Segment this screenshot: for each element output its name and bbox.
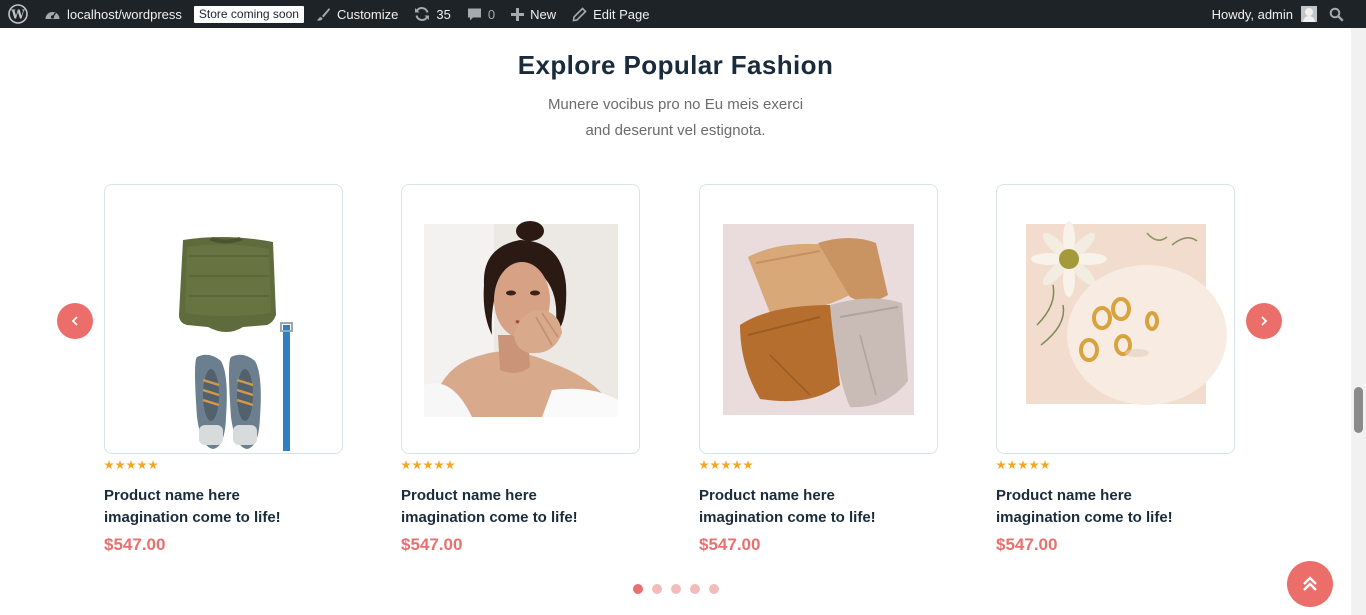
comment-icon bbox=[467, 8, 481, 20]
star-icon bbox=[148, 460, 158, 470]
star-icon bbox=[1007, 460, 1017, 470]
carousel-prev-button[interactable] bbox=[57, 303, 93, 339]
admin-search-button[interactable] bbox=[1323, 0, 1366, 28]
product-image bbox=[723, 224, 914, 415]
star-icon bbox=[732, 460, 742, 470]
star-icon bbox=[137, 460, 147, 470]
star-icon bbox=[721, 460, 731, 470]
avatar bbox=[1301, 6, 1317, 22]
star-icon bbox=[115, 460, 125, 470]
carousel-dot-3[interactable] bbox=[671, 584, 681, 594]
product-name-line-2: imagination come to life! bbox=[401, 509, 578, 526]
product-image bbox=[1026, 221, 1227, 405]
product-rating bbox=[401, 460, 640, 470]
svg-text:W: W bbox=[10, 8, 25, 22]
edit-page-link[interactable]: Edit Page bbox=[564, 0, 657, 28]
carousel-pagination bbox=[633, 584, 719, 594]
product-image-link[interactable] bbox=[699, 184, 938, 454]
product-rating bbox=[996, 460, 1235, 470]
site-name-link[interactable]: localhost/wordpress bbox=[36, 0, 190, 28]
product-rating bbox=[104, 460, 343, 470]
comments-link[interactable]: 0 bbox=[459, 0, 503, 28]
pencil-icon bbox=[572, 6, 587, 21]
product-name-line-2: imagination come to life! bbox=[996, 509, 1173, 526]
plus-icon bbox=[511, 7, 525, 21]
product-price: $547.00 bbox=[699, 535, 761, 554]
section-subtitle-line-1: Munere vocibus pro no Eu meis exerci bbox=[547, 96, 804, 113]
edit-page-label: Edit Page bbox=[593, 6, 650, 22]
section-subtitle: Munere vocibus pro no Eu meis exerci and… bbox=[0, 92, 1351, 144]
product-image-link[interactable] bbox=[996, 184, 1235, 454]
star-icon bbox=[445, 460, 455, 470]
page-scrollbar[interactable] bbox=[1351, 28, 1366, 615]
carousel-next-button[interactable] bbox=[1246, 303, 1282, 339]
star-icon bbox=[710, 460, 720, 470]
new-label: New bbox=[530, 6, 557, 22]
product-price: $547.00 bbox=[104, 535, 166, 554]
product-rating bbox=[699, 460, 938, 470]
star-icon bbox=[412, 460, 422, 470]
howdy-label: Howdy, admin bbox=[1211, 6, 1293, 22]
star-icon bbox=[1018, 460, 1028, 470]
carousel-dot-1[interactable] bbox=[633, 584, 643, 594]
section-subtitle-line-2: and deserunt vel estignota. bbox=[585, 122, 766, 139]
product-name-link[interactable]: Product name here imagination come to li… bbox=[104, 485, 343, 529]
chevron-left-icon bbox=[71, 316, 78, 326]
customize-label: Customize bbox=[336, 6, 399, 22]
product-card[interactable]: Product name here imagination come to li… bbox=[104, 184, 343, 555]
carousel-dot-2[interactable] bbox=[652, 584, 662, 594]
account-menu[interactable]: Howdy, admin bbox=[1204, 0, 1323, 28]
comments-count: 0 bbox=[487, 6, 496, 22]
star-icon bbox=[104, 460, 114, 470]
product-name-line-2: imagination come to life! bbox=[699, 509, 876, 526]
carousel-dot-4[interactable] bbox=[690, 584, 700, 594]
dashboard-icon bbox=[45, 12, 60, 19]
star-icon bbox=[423, 460, 433, 470]
carousel-dot-5[interactable] bbox=[709, 584, 719, 594]
scrollbar-thumb[interactable] bbox=[1354, 387, 1363, 433]
product-card[interactable]: Product name here imagination come to li… bbox=[401, 184, 640, 555]
chevron-right-icon bbox=[1261, 316, 1268, 326]
updates-count: 35 bbox=[436, 6, 451, 22]
back-to-top-button[interactable] bbox=[1287, 561, 1333, 607]
search-icon bbox=[1329, 7, 1344, 22]
customize-link[interactable]: Customize bbox=[308, 0, 406, 28]
store-coming-soon-badge[interactable]: Store coming soon bbox=[193, 5, 304, 23]
admin-bar: W localhost/wordpress Store coming soon … bbox=[0, 0, 1366, 28]
wordpress-logo-button[interactable]: W bbox=[0, 0, 36, 28]
product-image bbox=[179, 236, 293, 451]
brush-icon bbox=[316, 7, 330, 21]
new-content-link[interactable]: New bbox=[503, 0, 564, 28]
star-icon bbox=[126, 460, 136, 470]
double-chevron-up-icon bbox=[1303, 576, 1317, 591]
product-name-line-1: Product name here bbox=[104, 487, 240, 504]
refresh-icon bbox=[415, 7, 430, 21]
product-price: $547.00 bbox=[401, 535, 463, 554]
star-icon bbox=[996, 460, 1006, 470]
star-icon bbox=[1029, 460, 1039, 470]
product-image-link[interactable] bbox=[104, 184, 343, 454]
product-name-line-1: Product name here bbox=[699, 487, 835, 504]
product-image-link[interactable] bbox=[401, 184, 640, 454]
star-icon bbox=[434, 460, 444, 470]
updates-link[interactable]: 35 bbox=[406, 0, 458, 28]
section-title: Explore Popular Fashion bbox=[517, 50, 834, 80]
product-image bbox=[424, 221, 618, 417]
product-name-link[interactable]: Product name here imagination come to li… bbox=[699, 485, 938, 529]
site-name-label: localhost/wordpress bbox=[67, 6, 182, 22]
product-price: $547.00 bbox=[996, 535, 1058, 554]
product-name-line-2: imagination come to life! bbox=[104, 509, 281, 526]
star-icon bbox=[743, 460, 753, 470]
star-icon bbox=[401, 460, 411, 470]
wordpress-logo-icon: W bbox=[8, 4, 28, 24]
star-icon bbox=[699, 460, 709, 470]
product-name-line-1: Product name here bbox=[401, 487, 537, 504]
product-name-link[interactable]: Product name here imagination come to li… bbox=[401, 485, 640, 529]
star-icon bbox=[1040, 460, 1050, 470]
product-name-line-1: Product name here bbox=[996, 487, 1132, 504]
product-card[interactable]: Product name here imagination come to li… bbox=[699, 184, 938, 555]
product-card[interactable]: Product name here imagination come to li… bbox=[996, 184, 1235, 555]
product-name-link[interactable]: Product name here imagination come to li… bbox=[996, 485, 1235, 529]
